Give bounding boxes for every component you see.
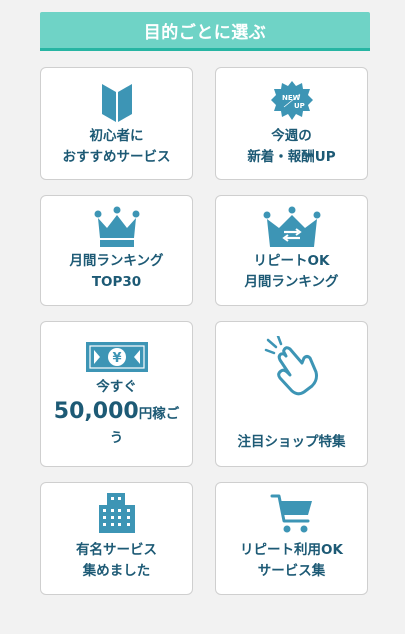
section-header: 目的ごとに選ぶ bbox=[40, 12, 370, 51]
card-famous-services[interactable]: 有名サービス 集めました bbox=[40, 482, 193, 595]
card-label-line2: 新着・報酬UP bbox=[247, 149, 336, 165]
beginner-mark-icon bbox=[41, 78, 192, 124]
card-label-line1: 月間ランキング bbox=[69, 253, 164, 269]
building-icon bbox=[41, 493, 192, 533]
card-label-line2: おすすめサービス bbox=[62, 149, 171, 165]
card-label-line2: 集めました bbox=[82, 563, 151, 579]
card-label-line1: リピート利用OK bbox=[240, 542, 343, 558]
card-new-up[interactable]: NEW UP 今週の 新着・報酬UP bbox=[215, 67, 368, 180]
pointing-hand-icon bbox=[216, 336, 367, 396]
section-title: 目的ごとに選ぶ bbox=[143, 22, 267, 43]
card-label-line1: 今週の bbox=[271, 128, 312, 144]
card-label-line3: う bbox=[109, 430, 124, 446]
card-monthly-ranking[interactable]: 月間ランキング TOP30 bbox=[40, 195, 193, 306]
reward-amount: 50,000 bbox=[53, 399, 139, 424]
card-label-line1: リピートOK bbox=[253, 253, 330, 269]
card-label-line1: 初心者に bbox=[89, 128, 144, 144]
crown-icon bbox=[41, 206, 192, 248]
card-repeat-services[interactable]: リピート利用OK サービス集 bbox=[215, 482, 368, 595]
card-label-line1: 今すぐ bbox=[96, 379, 137, 395]
card-repeat-ranking[interactable]: リピートOK 月間ランキング bbox=[215, 195, 368, 306]
card-featured-shops[interactable]: 注目ショップ特集 bbox=[215, 321, 368, 467]
banknote-yen-symbol: ¥ bbox=[112, 351, 121, 366]
badge-up-text: UP bbox=[294, 102, 305, 110]
card-label-line1: 注目ショップ特集 bbox=[237, 434, 346, 450]
yen-banknote-icon: ¥ bbox=[41, 342, 192, 372]
card-beginner[interactable]: 初心者に おすすめサービス bbox=[40, 67, 193, 180]
card-label-line1: 有名サービス bbox=[76, 542, 157, 558]
card-earn-now[interactable]: ¥ 今すぐ 50,000円稼ご う bbox=[40, 321, 193, 467]
new-up-badge-icon: NEW UP bbox=[216, 80, 367, 122]
card-label-line2: 月間ランキング bbox=[244, 274, 339, 290]
card-label-line2: TOP30 bbox=[91, 274, 142, 290]
card-label-line2: サービス集 bbox=[257, 563, 326, 579]
shopping-cart-icon bbox=[216, 493, 367, 535]
reward-unit: 円稼ご bbox=[138, 406, 180, 422]
crown-repeat-icon bbox=[216, 206, 367, 248]
